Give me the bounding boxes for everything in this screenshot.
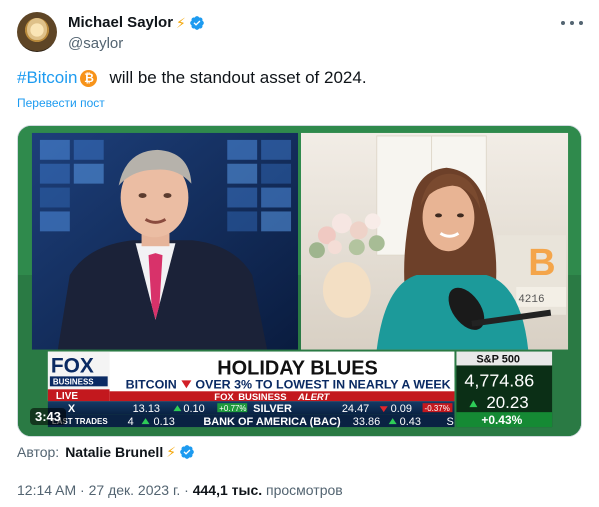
- ticker2-end: S: [446, 416, 453, 428]
- ticker1-pct1: +0.77%: [219, 404, 246, 413]
- lightning-emoji: ⚡: [166, 444, 177, 460]
- author-name-row: Michael Saylor ⚡: [68, 14, 205, 31]
- tweet-meta: 12:14 AM · 27 дек. 2023 г. · 444,1 тыс. …: [17, 482, 343, 498]
- chyron-subhead-left: BITCOIN: [126, 377, 177, 391]
- handle[interactable]: @saylor: [68, 35, 123, 52]
- ticker1-partial: X: [68, 403, 76, 415]
- index-pct: +0.43%: [481, 413, 522, 427]
- hashtag-link[interactable]: #Bitcoin: [17, 68, 77, 88]
- chyron-subhead-right: OVER 3% TO LOWEST IN NEARLY A WEEK: [195, 377, 450, 391]
- index-name: S&P 500: [476, 353, 520, 365]
- more-icon[interactable]: [561, 16, 583, 30]
- translate-link[interactable]: Перевести пост: [17, 96, 105, 110]
- ticker1-val2: 24.47: [342, 403, 369, 415]
- ticker1-val1: 13.13: [133, 403, 160, 415]
- meta-separator: ·: [184, 482, 189, 498]
- ticker1-chg2: 0.09: [391, 403, 412, 415]
- video-author-name[interactable]: Natalie Brunell: [65, 444, 163, 460]
- bg-block-number: 4216: [518, 294, 544, 306]
- video-author-row: Автор: Natalie Brunell ⚡: [17, 444, 195, 460]
- tweet-date[interactable]: 27 дек. 2023 г.: [89, 482, 181, 498]
- video-frame: B 4216 FOX BUSINESS LIVE HOLIDAY BLUES B…: [18, 126, 581, 436]
- tweet-text: #Bitcoin ₿ will be the standout asset of…: [17, 68, 367, 88]
- ticker1-name2: SILVER: [253, 403, 292, 415]
- business-logo-text: BUSINESS: [53, 377, 94, 386]
- live-badge: LIVE: [56, 391, 78, 402]
- bg-bitcoin-logo: B: [528, 242, 555, 284]
- bitcoin-emoji: ₿: [80, 69, 98, 87]
- index-change: 20.23: [486, 393, 528, 412]
- index-value: 4,774.86: [464, 370, 534, 390]
- video-duration: 3:43: [30, 408, 67, 425]
- views-count: 444,1 тыс.: [192, 482, 263, 498]
- ticker2-name: BANK OF AMERICA (BAC): [203, 416, 341, 428]
- ticker2-val: 33.86: [353, 416, 380, 428]
- views-label: просмотров: [266, 482, 343, 498]
- meta-separator: ·: [80, 482, 85, 498]
- ticker2-chg: 0.13: [154, 416, 175, 428]
- verified-badge-icon[interactable]: [179, 444, 195, 460]
- verified-badge-icon[interactable]: [189, 15, 205, 31]
- video-player[interactable]: B 4216 FOX BUSINESS LIVE HOLIDAY BLUES B…: [17, 125, 582, 437]
- lightning-emoji: ⚡: [176, 14, 186, 31]
- ticker1-pct2: -0.37%: [425, 404, 450, 413]
- fox-logo-text: FOX: [51, 354, 94, 377]
- ticker1-chg1: 0.10: [183, 403, 204, 415]
- chyron-headline: HOLIDAY BLUES: [217, 357, 377, 379]
- ticker2-partial: 4: [128, 416, 134, 428]
- author-label: Автор:: [17, 444, 60, 460]
- avatar[interactable]: [17, 12, 57, 52]
- ticker2-chg2: 0.43: [400, 416, 421, 428]
- tweet-time[interactable]: 12:14 AM: [17, 482, 76, 498]
- tweet-body: will be the standout asset of 2024.: [109, 68, 367, 87]
- display-name[interactable]: Michael Saylor: [68, 14, 173, 31]
